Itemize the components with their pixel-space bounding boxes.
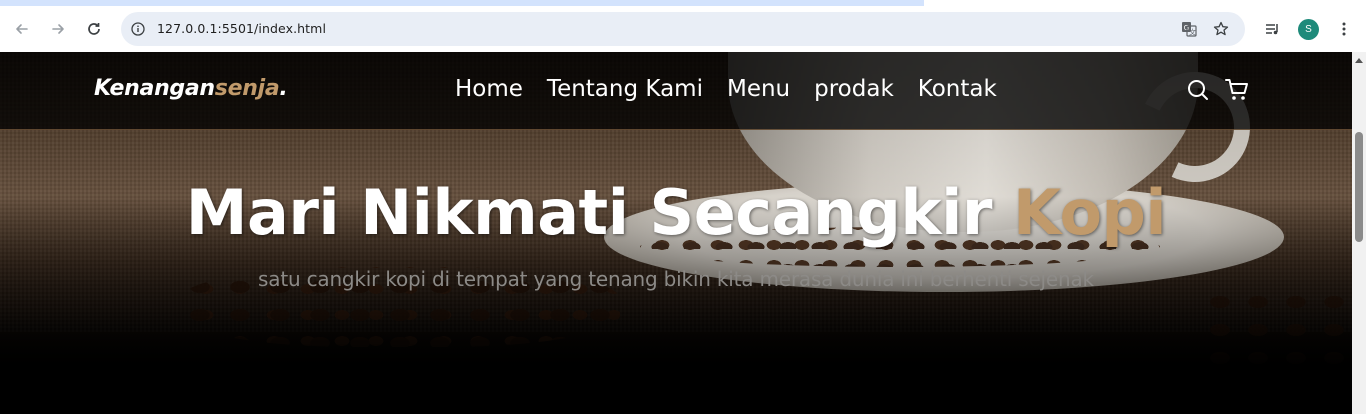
logo-accent: senja [214,76,280,101]
back-icon[interactable] [10,17,34,41]
address-bar[interactable]: 127.0.0.1:5501/index.html G文 [121,12,1245,46]
browser-toolbar: 127.0.0.1:5501/index.html G文 S [0,6,1366,52]
page-viewport: Kenangansenja. Home Tentang Kami Menu pr… [0,52,1352,414]
svg-text:文: 文 [1189,28,1196,37]
reload-icon[interactable] [82,17,106,41]
nav-link-menu[interactable]: Menu [727,74,790,104]
search-icon[interactable] [1185,77,1211,103]
logo-main: Kenangan [94,76,215,101]
url-text: 127.0.0.1:5501/index.html [157,21,327,36]
nav-links: Home Tentang Kami Menu prodak Kontak [455,74,1021,104]
nav-link-kontak[interactable]: Kontak [918,74,997,104]
media-control-icon[interactable] [1261,18,1283,40]
hero-title-accent: Kopi [1013,176,1167,249]
browser-chrome: 127.0.0.1:5501/index.html G文 S [0,0,1366,52]
nav-link-tentang-kami[interactable]: Tentang Kami [547,74,703,104]
menu-dots-icon[interactable] [1333,18,1355,40]
site-info-icon[interactable] [129,20,147,38]
site-navbar: Kenangansenja. Home Tentang Kami Menu pr… [0,52,1352,130]
cart-icon[interactable] [1224,77,1250,103]
nav-link-prodak[interactable]: prodak [814,74,894,104]
hero-subtitle: satu cangkir kopi di tempat yang tenang … [258,267,1094,291]
scroll-up-arrow-icon[interactable] [1355,58,1363,63]
logo-dot: . [279,76,288,101]
hero-title: Mari Nikmati Secangkir Kopi [0,176,1352,249]
scroll-thumb[interactable] [1355,132,1363,242]
forward-icon[interactable] [46,17,70,41]
hero-title-main: Mari Nikmati Secangkir [185,176,1013,249]
page-scrollbar[interactable] [1352,52,1366,414]
profile-avatar[interactable]: S [1298,19,1319,40]
translate-icon[interactable]: G文 [1180,20,1198,38]
star-icon[interactable] [1212,20,1230,38]
nav-link-home[interactable]: Home [455,74,523,104]
site-logo[interactable]: Kenangansenja. [94,76,288,101]
